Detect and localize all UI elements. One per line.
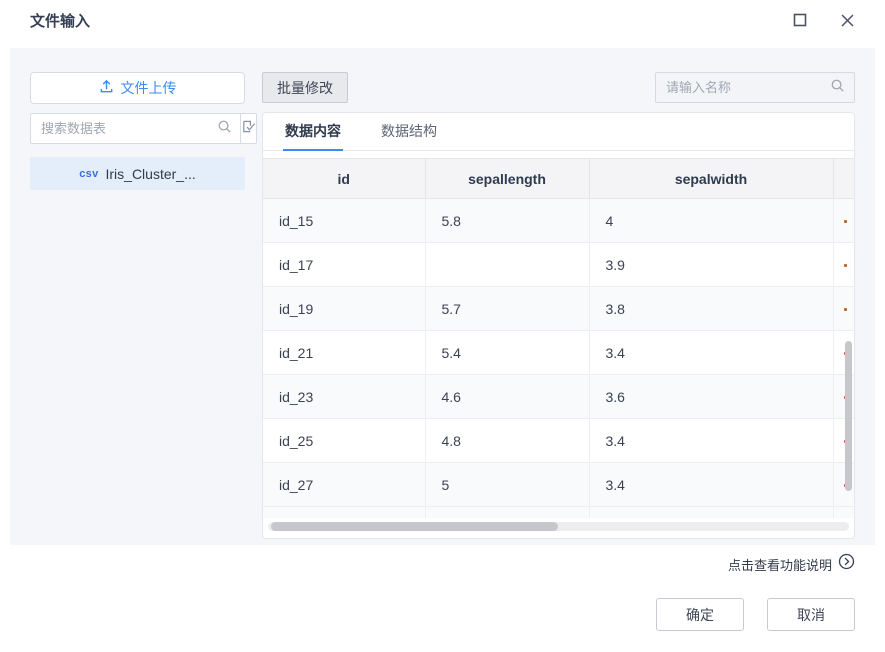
upload-button-label: 文件上传 bbox=[121, 78, 177, 98]
table-cell: 4 bbox=[589, 199, 833, 243]
upload-icon bbox=[99, 79, 114, 97]
batch-edit-button[interactable]: 批量修改 bbox=[262, 72, 348, 103]
table-cell-truncated bbox=[833, 243, 854, 287]
horizontal-scrollbar-thumb[interactable] bbox=[271, 522, 558, 531]
help-link[interactable]: 点击查看功能说明 bbox=[728, 553, 855, 575]
sidebar-search-box bbox=[30, 113, 240, 144]
table-row-partial bbox=[263, 507, 854, 518]
table-cell: id_27 bbox=[263, 463, 425, 507]
table-row: id_234.63.6 bbox=[263, 375, 854, 419]
dialog-title: 文件输入 bbox=[30, 10, 90, 31]
ok-button[interactable]: 确定 bbox=[656, 598, 744, 631]
column-header: sepallength bbox=[425, 159, 589, 199]
close-icon bbox=[840, 13, 855, 28]
table-cell: 3.9 bbox=[589, 243, 833, 287]
table-cell: id_21 bbox=[263, 331, 425, 375]
column-header: sepalwidth bbox=[589, 159, 833, 199]
close-button[interactable] bbox=[839, 12, 855, 28]
table-cell-truncated bbox=[833, 199, 854, 243]
cancel-button[interactable]: 取消 bbox=[767, 598, 855, 631]
table-zone: idsepallengthsepalwidth id_155.84id_173.… bbox=[263, 151, 854, 537]
table-cell: 4.6 bbox=[425, 375, 589, 419]
search-icon bbox=[830, 78, 845, 98]
table-cell: 3.4 bbox=[589, 331, 833, 375]
table-cell: 3.8 bbox=[589, 287, 833, 331]
table-header-row: idsepallengthsepalwidth bbox=[263, 159, 854, 199]
table-row: id_17 3.9 bbox=[263, 243, 854, 287]
file-name: Iris_Cluster_... bbox=[106, 166, 196, 182]
column-header: id bbox=[263, 159, 425, 199]
table-cell bbox=[589, 507, 833, 518]
batch-select-button[interactable] bbox=[240, 113, 257, 144]
dialog-body: 文件上传 csv Iris_Cluster_. bbox=[10, 48, 875, 545]
file-list-item[interactable]: csv Iris_Cluster_... bbox=[30, 157, 245, 190]
window-controls bbox=[792, 12, 855, 28]
table-row: id_155.84 bbox=[263, 199, 854, 243]
edit-check-icon bbox=[241, 119, 256, 139]
table-row: id_254.83.4 bbox=[263, 419, 854, 463]
vertical-scrollbar[interactable] bbox=[845, 341, 852, 491]
tab-data-structure[interactable]: 数据结构 bbox=[379, 113, 439, 151]
table-toolbar: 批量修改 bbox=[262, 72, 855, 103]
name-search-box bbox=[655, 72, 855, 103]
tab-bar: 数据内容 数据结构 bbox=[263, 113, 854, 151]
table-cell: 3.4 bbox=[589, 419, 833, 463]
data-table: idsepallengthsepalwidth id_155.84id_173.… bbox=[263, 158, 854, 518]
table-cell: 3.4 bbox=[589, 463, 833, 507]
footer-buttons: 确定 取消 bbox=[656, 598, 855, 631]
sidebar-search-row bbox=[30, 113, 245, 144]
tab-data-content[interactable]: 数据内容 bbox=[283, 113, 343, 151]
maximize-icon bbox=[793, 13, 807, 27]
column-header-truncated bbox=[833, 159, 854, 199]
table-row: id_215.43.4 bbox=[263, 331, 854, 375]
table-cell: 5 bbox=[425, 463, 589, 507]
data-preview-panel: 数据内容 数据结构 idsepallengthsepalwidth id_155… bbox=[262, 112, 855, 539]
table-cell: 5.4 bbox=[425, 331, 589, 375]
table-cell: id_15 bbox=[263, 199, 425, 243]
table-cell: id_23 bbox=[263, 375, 425, 419]
csv-badge: csv bbox=[79, 168, 98, 180]
table-cell: 5.7 bbox=[425, 287, 589, 331]
table-cell: id_25 bbox=[263, 419, 425, 463]
table-cell bbox=[425, 243, 589, 287]
table-row: id_2753.4 bbox=[263, 463, 854, 507]
table-cell bbox=[263, 507, 425, 518]
table-cell: id_17 bbox=[263, 243, 425, 287]
file-upload-button[interactable]: 文件上传 bbox=[30, 72, 245, 104]
table-cell: id_19 bbox=[263, 287, 425, 331]
table-cell: 3.6 bbox=[589, 375, 833, 419]
table-cell bbox=[425, 507, 589, 518]
maximize-button[interactable] bbox=[792, 12, 808, 28]
table-cell-truncated bbox=[833, 287, 854, 331]
table-cell: 4.8 bbox=[425, 419, 589, 463]
horizontal-scrollbar-track[interactable] bbox=[268, 522, 849, 531]
sidebar-search-input[interactable] bbox=[41, 121, 217, 136]
table-body: id_155.84id_173.9id_195.73.8id_215.43.4i… bbox=[263, 199, 854, 518]
name-search-input[interactable] bbox=[666, 80, 830, 95]
table-row: id_195.73.8 bbox=[263, 287, 854, 331]
table-cell bbox=[833, 507, 854, 518]
table-cell: 5.8 bbox=[425, 199, 589, 243]
help-link-label: 点击查看功能说明 bbox=[728, 555, 832, 574]
circle-chevron-icon bbox=[838, 553, 855, 575]
search-icon bbox=[217, 119, 232, 139]
sidebar: 文件上传 csv Iris_Cluster_. bbox=[30, 72, 245, 190]
